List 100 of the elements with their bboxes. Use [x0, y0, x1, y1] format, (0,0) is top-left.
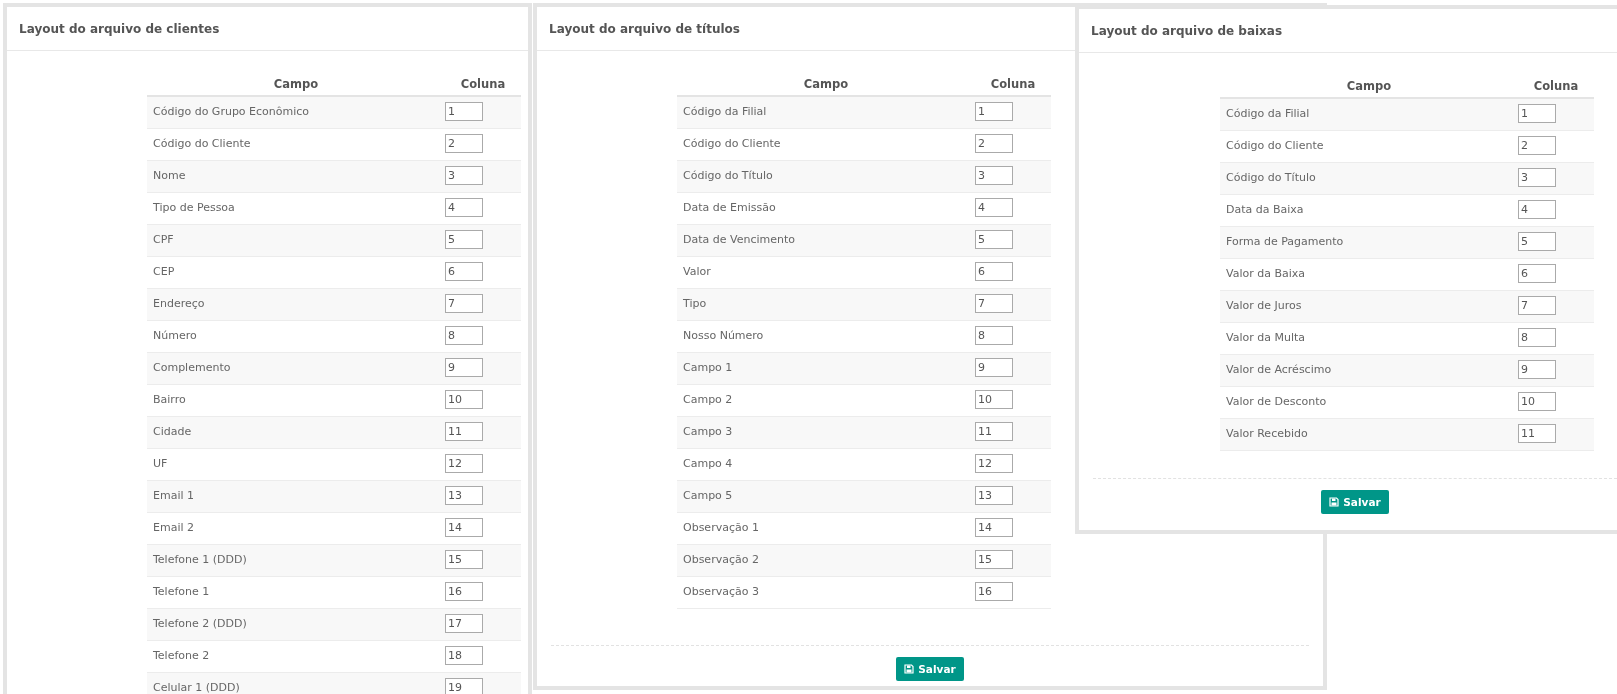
table-cell-text: UF	[152, 456, 168, 470]
table-cell-text: Data da Baixa	[1225, 202, 1304, 216]
table-cell-text: Tipo	[682, 296, 707, 310]
table-cell-text: Tipo de Pessoa	[152, 200, 235, 214]
table-cell-text: Campo 3	[682, 424, 733, 438]
column-input[interactable]: 9	[445, 358, 483, 377]
column-input[interactable]: 8	[445, 326, 483, 345]
table-cell-text: Campo 2	[682, 392, 733, 406]
column-header: Campo	[273, 77, 319, 91]
column-input[interactable]: 10	[445, 390, 483, 409]
column-input[interactable]: 15	[445, 550, 483, 569]
table-cell-text: Código do Cliente	[682, 136, 781, 150]
table-cell-text: Endereço	[152, 296, 205, 310]
column-input[interactable]: 5	[1518, 232, 1556, 251]
table-cell-text: Celular 1 (DDD)	[152, 680, 240, 694]
panel-title: Layout do arquivo de títulos	[549, 21, 740, 36]
column-input[interactable]: 12	[975, 454, 1013, 473]
table-cell-text: Telefone 1 (DDD)	[152, 552, 247, 566]
column-input[interactable]: 7	[1518, 296, 1556, 315]
table-cell-text: Código do Grupo Econômico	[152, 104, 310, 118]
save-button[interactable]: Salvar	[1321, 490, 1389, 514]
table-cell-text: Nosso Número	[682, 328, 764, 342]
column-input[interactable]: 1	[1518, 104, 1556, 123]
column-input[interactable]: 8	[975, 326, 1013, 345]
table-cell-text: Valor da Baixa	[1225, 266, 1306, 280]
column-header: Coluna	[990, 77, 1036, 91]
column-input[interactable]: 6	[445, 262, 483, 281]
table-cell-text: Valor Recebido	[1225, 426, 1308, 440]
column-input[interactable]: 16	[445, 582, 483, 601]
table-cell-text: CPF	[152, 232, 174, 246]
table-cell-text: Código da Filial	[682, 104, 767, 118]
column-input[interactable]: 17	[445, 614, 483, 633]
table-cell-text: Cidade	[152, 424, 192, 438]
column-input[interactable]: 18	[445, 646, 483, 665]
table-cell-text: Valor	[682, 264, 711, 278]
save-icon	[904, 664, 915, 674]
column-input[interactable]: 4	[445, 198, 483, 217]
table-cell-text: Observação 2	[682, 552, 759, 566]
column-input[interactable]: 5	[445, 230, 483, 249]
table-cell-text: Código do Cliente	[1225, 138, 1324, 152]
table-cell-text: Valor de Acréscimo	[1225, 362, 1332, 376]
column-input[interactable]: 2	[445, 134, 483, 153]
panel-title: Layout do arquivo de clientes	[19, 21, 220, 36]
column-input[interactable]: 4	[975, 198, 1013, 217]
column-input[interactable]: 3	[445, 166, 483, 185]
column-input[interactable]: 12	[445, 454, 483, 473]
column-input[interactable]: 11	[1518, 424, 1556, 443]
table-cell-text: Bairro	[152, 392, 186, 406]
column-input[interactable]: 11	[975, 422, 1013, 441]
table-cell-text: CEP	[152, 264, 175, 278]
table-cell-text: Observação 1	[682, 520, 759, 534]
table-cell-text: Nome	[152, 168, 186, 182]
column-input[interactable]: 7	[975, 294, 1013, 313]
table-cell-text: Campo 1	[682, 360, 733, 374]
column-input[interactable]: 10	[1518, 392, 1556, 411]
table-cell-text: Código da Filial	[1225, 106, 1310, 120]
save-button[interactable]: Salvar	[896, 657, 964, 681]
table-cell-text: Complemento	[152, 360, 231, 374]
column-input[interactable]: 3	[975, 166, 1013, 185]
column-input[interactable]: 10	[975, 390, 1013, 409]
column-input[interactable]: 7	[445, 294, 483, 313]
column-input[interactable]: 9	[1518, 360, 1556, 379]
column-input[interactable]: 15	[975, 550, 1013, 569]
table-cell-text: Número	[152, 328, 197, 342]
column-input[interactable]: 1	[975, 102, 1013, 121]
table-cell-text: Campo 4	[682, 456, 733, 470]
panel-title: Layout do arquivo de baixas	[1091, 23, 1283, 38]
column-input[interactable]: 2	[1518, 136, 1556, 155]
column-input[interactable]: 13	[975, 486, 1013, 505]
column-input[interactable]: 11	[445, 422, 483, 441]
table-cell-text: Telefone 2 (DDD)	[152, 616, 247, 630]
column-input[interactable]: 6	[975, 262, 1013, 281]
table-cell-text: Observação 3	[682, 584, 759, 598]
column-input[interactable]: 1	[445, 102, 483, 121]
table-cell-text: Data de Vencimento	[682, 232, 796, 246]
column-header: Campo	[1346, 79, 1392, 93]
column-input[interactable]: 5	[975, 230, 1013, 249]
table-cell-text: Valor de Desconto	[1225, 394, 1327, 408]
column-header: Coluna	[1533, 79, 1579, 93]
table-cell-text: Forma de Pagamento	[1225, 234, 1344, 248]
column-input[interactable]: 14	[445, 518, 483, 537]
table-cell-text: Valor de Juros	[1225, 298, 1302, 312]
column-input[interactable]: 8	[1518, 328, 1556, 347]
column-input[interactable]: 9	[975, 358, 1013, 377]
column-input[interactable]: 6	[1518, 264, 1556, 283]
column-input[interactable]: 4	[1518, 200, 1556, 219]
column-header: Campo	[803, 77, 849, 91]
column-header: Coluna	[460, 77, 506, 91]
column-input[interactable]: 16	[975, 582, 1013, 601]
table-cell-text: Telefone 2	[152, 648, 210, 662]
save-icon	[1329, 497, 1340, 507]
column-input[interactable]: 13	[445, 486, 483, 505]
table-cell-text: Código do Cliente	[152, 136, 251, 150]
column-input[interactable]: 3	[1518, 168, 1556, 187]
column-input[interactable]: 19	[445, 678, 483, 694]
table-cell-text: Email 2	[152, 520, 194, 534]
column-input[interactable]: 2	[975, 134, 1013, 153]
table-cell-text: Código do Título	[1225, 170, 1316, 184]
table-cell-text: Campo 5	[682, 488, 733, 502]
column-input[interactable]: 14	[975, 518, 1013, 537]
